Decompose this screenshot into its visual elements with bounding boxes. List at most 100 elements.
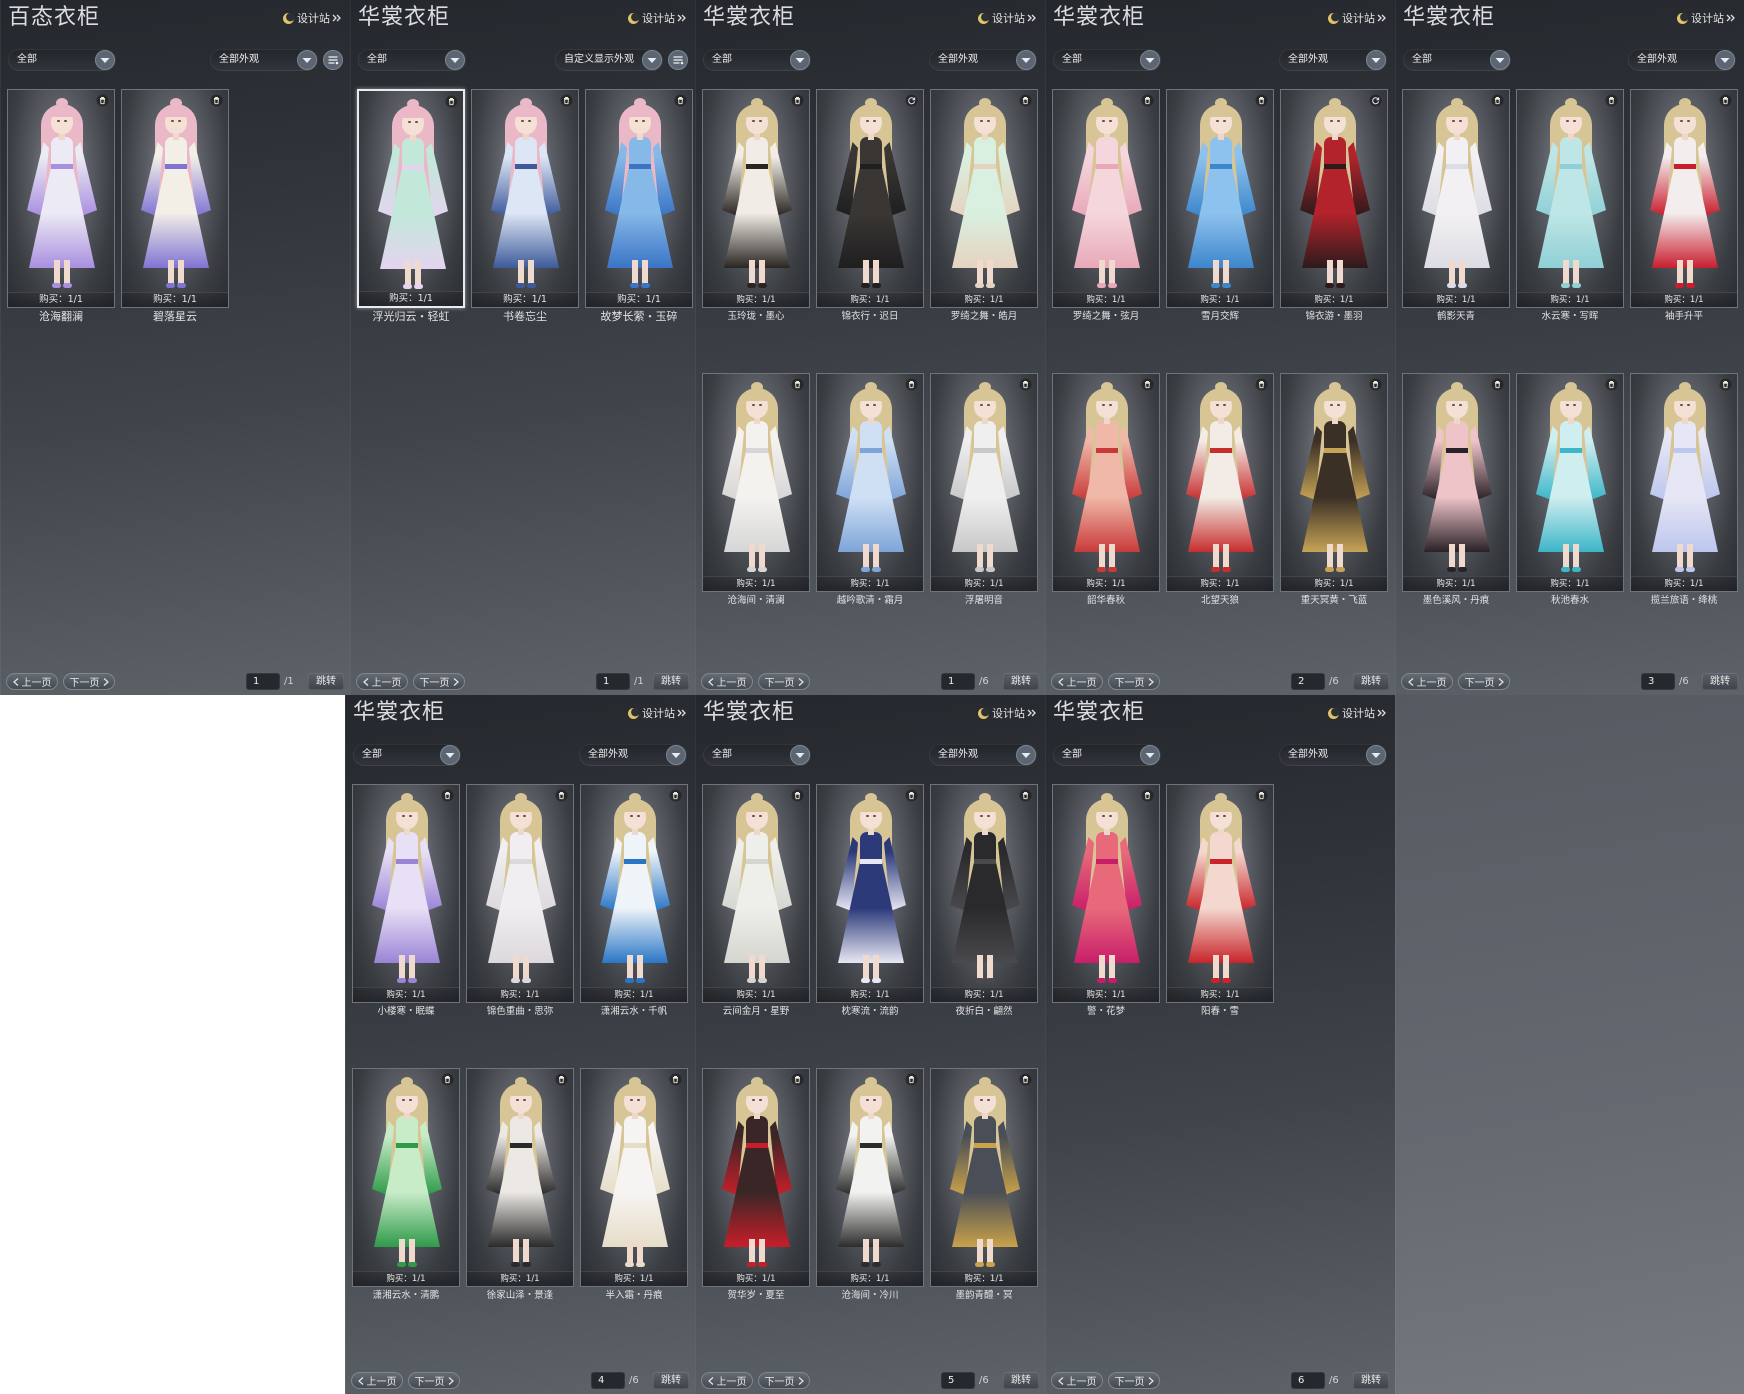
trash-icon[interactable]: [555, 789, 568, 802]
prev-page-button[interactable]: 上一页: [1051, 1372, 1103, 1389]
jump-page-button[interactable]: 跳转: [1353, 673, 1389, 690]
outfit-card[interactable]: 购买：1/1: [1280, 89, 1388, 308]
chevron-down-icon[interactable]: [1140, 745, 1160, 765]
trash-icon[interactable]: [791, 1073, 804, 1086]
outfit-card[interactable]: 购买：1/1: [930, 89, 1038, 308]
design-station-link[interactable]: 设计站: [977, 705, 1037, 721]
outfit-card[interactable]: 购买：1/1: [1280, 373, 1388, 592]
chevron-down-icon[interactable]: [642, 50, 662, 70]
next-page-button[interactable]: 下一页: [408, 1372, 460, 1389]
design-station-link[interactable]: 设计站: [627, 10, 687, 26]
trash-icon[interactable]: [1605, 94, 1618, 107]
refresh-icon[interactable]: [905, 94, 918, 107]
outfit-card[interactable]: 购买：1/1: [580, 784, 688, 1003]
page-number-input[interactable]: 1: [941, 673, 975, 690]
page-number-input[interactable]: 6: [1291, 1372, 1325, 1389]
prev-page-button[interactable]: 上一页: [701, 1372, 753, 1389]
trash-icon[interactable]: [791, 378, 804, 391]
trash-icon[interactable]: [441, 1073, 454, 1086]
next-page-button[interactable]: 下一页: [1108, 673, 1160, 690]
appearance-dropdown[interactable]: 全部外观: [579, 744, 687, 766]
trash-icon[interactable]: [674, 94, 687, 107]
outfit-card[interactable]: 购买：1/1: [580, 1068, 688, 1287]
outfit-card[interactable]: 购买：1/1: [1630, 89, 1738, 308]
outfit-card[interactable]: 购买：1/1: [702, 373, 810, 592]
outfit-card[interactable]: 购买：1/1: [1166, 784, 1274, 1003]
appearance-dropdown[interactable]: 全部外观: [1279, 744, 1387, 766]
outfit-card[interactable]: 购买：1/1: [1166, 89, 1274, 308]
chevron-down-icon[interactable]: [95, 50, 115, 70]
refresh-icon[interactable]: [1369, 94, 1382, 107]
outfit-card[interactable]: 购买：1/1: [7, 89, 115, 308]
category-dropdown[interactable]: 全部: [358, 49, 466, 71]
outfit-card[interactable]: 购买：1/1: [816, 89, 924, 308]
design-station-link[interactable]: 设计站: [1676, 10, 1736, 26]
trash-icon[interactable]: [96, 94, 109, 107]
jump-page-button[interactable]: 跳转: [308, 673, 344, 690]
chevron-down-icon[interactable]: [666, 745, 686, 765]
chevron-down-icon[interactable]: [1016, 745, 1036, 765]
outfit-card[interactable]: 购买：1/1: [1052, 89, 1160, 308]
chevron-down-icon[interactable]: [1366, 50, 1386, 70]
appearance-dropdown[interactable]: 全部外观: [210, 49, 318, 71]
page-number-input[interactable]: 1: [246, 673, 280, 690]
outfit-card[interactable]: 购买：1/1: [816, 373, 924, 592]
outfit-card[interactable]: 购买：1/1: [1052, 373, 1160, 592]
page-number-input[interactable]: 1: [596, 673, 630, 690]
next-page-button[interactable]: 下一页: [63, 673, 115, 690]
prev-page-button[interactable]: 上一页: [701, 673, 753, 690]
chevron-down-icon[interactable]: [1016, 50, 1036, 70]
trash-icon[interactable]: [1491, 378, 1504, 391]
category-dropdown[interactable]: 全部: [1053, 49, 1161, 71]
trash-icon[interactable]: [905, 1073, 918, 1086]
outfit-card[interactable]: 购买：1/1: [702, 784, 810, 1003]
list-settings-icon[interactable]: [668, 50, 688, 70]
trash-icon[interactable]: [1491, 94, 1504, 107]
design-station-link[interactable]: 设计站: [627, 705, 687, 721]
outfit-card[interactable]: 购买：1/1: [816, 784, 924, 1003]
outfit-card[interactable]: 购买：1/1: [702, 89, 810, 308]
trash-icon[interactable]: [555, 1073, 568, 1086]
next-page-button[interactable]: 下一页: [758, 1372, 810, 1389]
page-number-input[interactable]: 2: [1291, 673, 1325, 690]
outfit-card[interactable]: 购买：1/1: [1516, 89, 1624, 308]
trash-icon[interactable]: [905, 378, 918, 391]
trash-icon[interactable]: [791, 789, 804, 802]
outfit-card[interactable]: 购买：1/1: [930, 1068, 1038, 1287]
jump-page-button[interactable]: 跳转: [653, 673, 689, 690]
category-dropdown[interactable]: 全部: [353, 744, 461, 766]
list-settings-icon[interactable]: [323, 50, 343, 70]
trash-icon[interactable]: [1141, 789, 1154, 802]
category-dropdown[interactable]: 全部: [8, 49, 116, 71]
outfit-card[interactable]: 购买：1/1: [121, 89, 229, 308]
trash-icon[interactable]: [445, 95, 458, 108]
trash-icon[interactable]: [1369, 378, 1382, 391]
design-station-link[interactable]: 设计站: [977, 10, 1037, 26]
trash-icon[interactable]: [1141, 378, 1154, 391]
appearance-dropdown[interactable]: 全部外观: [929, 49, 1037, 71]
outfit-card[interactable]: 购买：1/1: [1166, 373, 1274, 592]
outfit-card[interactable]: 购买：1/1: [352, 1068, 460, 1287]
page-number-input[interactable]: 3: [1641, 673, 1675, 690]
chevron-down-icon[interactable]: [1140, 50, 1160, 70]
trash-icon[interactable]: [1019, 378, 1032, 391]
outfit-card[interactable]: 购买：1/1: [816, 1068, 924, 1287]
trash-icon[interactable]: [1719, 378, 1732, 391]
chevron-down-icon[interactable]: [445, 50, 465, 70]
outfit-card[interactable]: 购买：1/1: [930, 373, 1038, 592]
trash-icon[interactable]: [1019, 789, 1032, 802]
outfit-card[interactable]: 购买：1/1: [585, 89, 693, 308]
next-page-button[interactable]: 下一页: [413, 673, 465, 690]
page-number-input[interactable]: 5: [941, 1372, 975, 1389]
chevron-down-icon[interactable]: [790, 745, 810, 765]
chevron-down-icon[interactable]: [440, 745, 460, 765]
chevron-down-icon[interactable]: [1490, 50, 1510, 70]
category-dropdown[interactable]: 全部: [1403, 49, 1511, 71]
trash-icon[interactable]: [905, 789, 918, 802]
trash-icon[interactable]: [1019, 1073, 1032, 1086]
design-station-link[interactable]: 设计站: [282, 10, 342, 26]
jump-page-button[interactable]: 跳转: [1003, 1372, 1039, 1389]
trash-icon[interactable]: [560, 94, 573, 107]
appearance-dropdown[interactable]: 全部外观: [929, 744, 1037, 766]
trash-icon[interactable]: [1255, 378, 1268, 391]
